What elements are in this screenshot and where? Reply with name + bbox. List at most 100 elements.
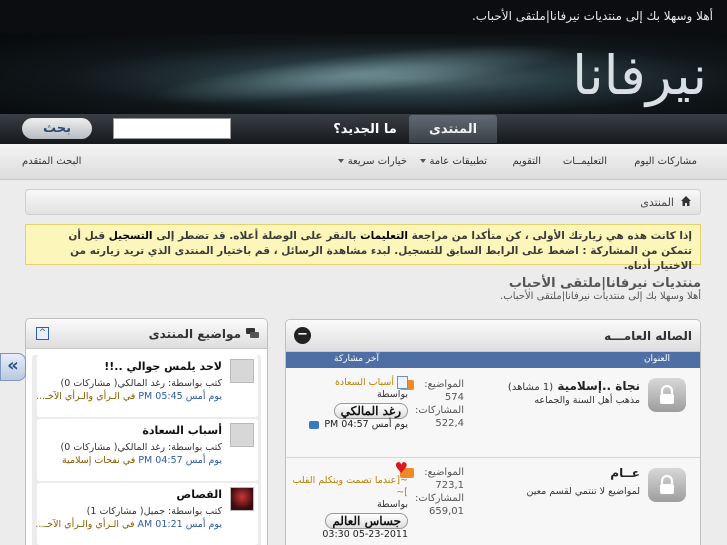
topic-title[interactable]: القصاص (176, 488, 222, 501)
forum-status-icon (648, 468, 686, 502)
subnav-quick-options[interactable]: خيارات سريعة (337, 156, 407, 167)
tab-forum[interactable]: المنتدى (409, 115, 497, 143)
notice-text-1: إذا كانت هذه هي زيارتك الأولى ، كن متأكد… (411, 230, 692, 242)
forum-stats: المواضيع: 723,1 المشاركات: 659,01 (402, 466, 464, 518)
column-title: العنوان (643, 354, 670, 364)
list-item: لاحد يلمس جوالي ..!! كتب بواسطة: رغد الم… (36, 355, 258, 417)
last-post-title[interactable]: أسباب السعادة (335, 377, 394, 388)
tab-whats-new[interactable]: ما الجديد؟ (325, 115, 405, 143)
threads-count: 723,1 (435, 480, 464, 491)
sidebar-title: مواضيع المنتدى (148, 327, 241, 341)
topic-forum-link[interactable]: في الـرأي والـرأي الآخـ... (36, 391, 135, 402)
forum-name-text: نجاة ..إسلامية (557, 379, 640, 393)
threads-label: المواضيع: (424, 467, 464, 478)
posts-label: المشاركات: (415, 405, 464, 416)
subnav-calendar[interactable]: التقويم (512, 156, 541, 167)
topic-time: يوم أمس 01:21 AM (137, 519, 222, 530)
notice-text-2: بالنقر على الوصلة أعلاه. قد تضطر إلى (156, 230, 357, 242)
topic-meta-line: يوم أمس 01:21 AM في الـرأي والـرأي الآخـ… (35, 519, 222, 530)
topic-author-line: كتب بواسطة: رغد المالكي( مشاركات 0) (60, 378, 222, 389)
list-item: القصاص كتب بواسطة: جميل( مشاركات 1) يوم … (35, 483, 258, 545)
sidebar-header: مواضيع المنتدى ^ (26, 319, 267, 349)
chevron-down-icon (337, 159, 344, 163)
topic-title[interactable]: أسباب السعادة (142, 424, 222, 437)
notice-faq-link[interactable]: التعليمات (360, 230, 408, 242)
forum-status-icon (648, 378, 686, 412)
collapse-icon[interactable]: − (294, 327, 311, 344)
last-post-title[interactable]: ~[عندما تصمت ويتكلم القلب ]~ (290, 475, 408, 499)
topic-meta-line: يوم أمس 05:45 PM في الـرأي والـرأي الآخـ… (36, 391, 222, 402)
category-block: الصاله العامـــه − العنوان آخر مشاركة نج… (285, 319, 701, 545)
breadcrumb: المنتدى (25, 189, 701, 215)
avatar[interactable] (230, 487, 254, 511)
topic-time: يوم أمس 05:45 PM (138, 391, 222, 402)
search-button[interactable]: بحث (22, 118, 92, 139)
last-post: ♥ ~[عندما تصمت ويتكلم القلب ]~ بواسطة جس… (290, 459, 408, 541)
last-post: أسباب السعادة بواسطة رغد المالكي يوم أمس… (290, 376, 408, 431)
topic-title[interactable]: لاحد يلمس جوالي ..!! (104, 360, 222, 373)
column-last-post: آخر مشاركة (334, 354, 379, 364)
posts-label: المشاركات: (415, 493, 464, 504)
document-icon (397, 376, 408, 389)
avatar[interactable] (230, 423, 254, 447)
subnav-todays-posts[interactable]: مشاركات اليوم (634, 156, 697, 167)
threads-label: المواضيع: (424, 379, 464, 390)
topic-time: يوم أمس 04:57 PM (138, 455, 222, 466)
lock-icon (660, 475, 674, 494)
forum-title: منتديات نيرفانا|ملتقى الأحباب (508, 276, 701, 291)
forum-name[interactable]: عــام (610, 466, 640, 480)
notice-register-link[interactable]: التسجيل (109, 230, 153, 242)
by-label: بواسطة (376, 389, 408, 400)
forum-name-text: عــام (610, 466, 640, 480)
site-logo[interactable]: نيرفانا (572, 44, 707, 107)
forum-row: عــام لمواضيع لا تنتمي لقسم معين المواضي… (286, 458, 700, 545)
collapse-toggle-icon[interactable]: ^ (36, 327, 49, 340)
lock-icon (660, 385, 674, 404)
topic-forum-link[interactable]: في الـرأي والـرأي الآخـ... (35, 519, 134, 530)
category-columns: العنوان آخر مشاركة (286, 352, 700, 368)
sidebar-body: لاحد يلمس جوالي ..!! كتب بواسطة: رغد الم… (32, 355, 261, 545)
search-box: بحث (22, 118, 231, 140)
list-item: أسباب السعادة كتب بواسطة: رغد المالكي( م… (37, 419, 258, 481)
forum-name[interactable]: نجاة ..إسلامية (1 مشاهد) (508, 379, 640, 393)
advanced-search-link[interactable]: البحث المتقدم (22, 156, 81, 167)
category-header: الصاله العامـــه − (286, 320, 700, 352)
avatar[interactable] (230, 359, 254, 383)
posts-count: 522,4 (435, 418, 464, 429)
category-title[interactable]: الصاله العامـــه (604, 329, 692, 343)
welcome-text: أهلا وسهلا بك إلى منتديات نيرفانا|ملتقى … (471, 9, 713, 23)
forum-description: أهلا وسهلا بك إلى منتديات نيرفانا|ملتقى … (500, 291, 701, 302)
last-post-date: يوم أمس 04:57 PM (324, 419, 408, 430)
last-post-author[interactable]: رغد المالكي (333, 403, 408, 419)
topic-author-line: كتب بواسطة: جميل( مشاركات 1) (86, 506, 222, 517)
forum-description: مذهب أهل السنة والجماعه (534, 395, 640, 406)
go-to-post-icon[interactable] (309, 420, 320, 429)
forum-viewers: (1 مشاهد) (507, 382, 554, 393)
breadcrumb-forum[interactable]: المنتدى (640, 196, 674, 209)
posts-count: 659,01 (429, 506, 464, 517)
heart-icon: ♥ (394, 459, 408, 477)
top-bar: أهلا وسهلا بك إلى منتديات نيرفانا|ملتقى … (0, 0, 727, 34)
topic-meta-line: يوم أمس 04:57 PM في نفحات إسلامية (62, 455, 222, 466)
side-panel-toggle[interactable]: « (0, 353, 26, 381)
last-post-author[interactable]: جساس العالم (325, 512, 408, 529)
forum-description: لمواضيع لا تنتمي لقسم معين (526, 486, 640, 497)
subnav-general-apps-label: تطبيقات عامة (429, 156, 487, 167)
subnav-general-apps[interactable]: تطبيقات عامة (419, 156, 487, 167)
welcome-notice: إذا كانت هذه هي زيارتك الأولى ، كن متأكد… (25, 224, 701, 272)
search-input[interactable] (113, 118, 231, 139)
forum-row: نجاة ..إسلامية (1 مشاهد) مذهب أهل السنة … (286, 368, 700, 458)
threads-count: 574 (444, 392, 464, 403)
last-post-date: 05-23-2011 03:30 (322, 528, 408, 540)
chat-icon (246, 328, 259, 338)
sidebar-latest-topics: مواضيع المنتدى ^ لاحد يلمس جوالي ..!! كت… (25, 318, 268, 545)
by-label: بواسطة (376, 498, 408, 510)
subnav-faq[interactable]: التعليمــات (563, 156, 607, 167)
topic-forum-link[interactable]: في نفحات إسلامية (62, 455, 135, 466)
home-icon[interactable] (680, 195, 692, 207)
topic-author-line: كتب بواسطة: رغد المالكي( مشاركات 0) (60, 442, 222, 453)
sub-navbar: مشاركات اليوم التعليمــات التقويم تطبيقا… (0, 144, 727, 180)
banner-glow (149, 34, 571, 114)
header-banner: نيرفانا (0, 34, 727, 114)
subnav-quick-options-label: خيارات سريعة (347, 156, 407, 167)
